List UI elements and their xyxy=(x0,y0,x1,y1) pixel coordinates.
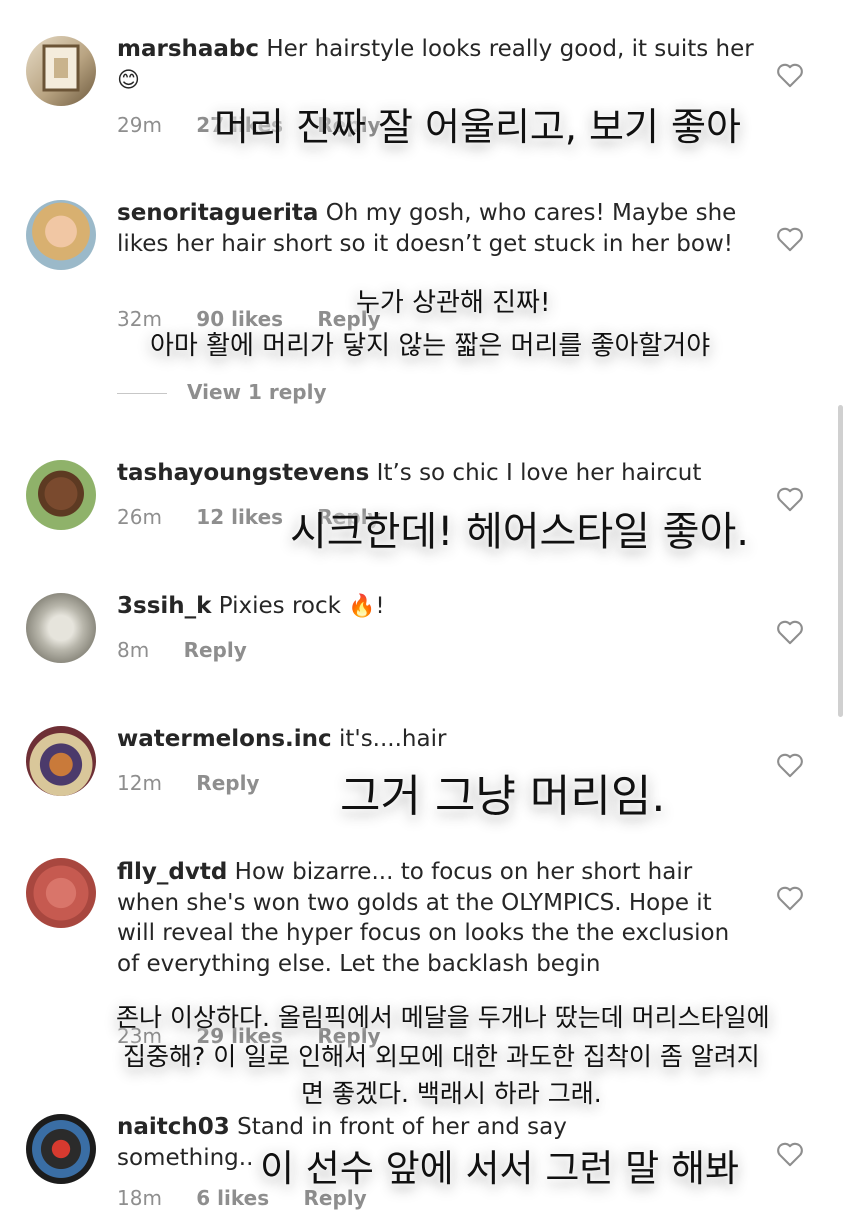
avatar[interactable] xyxy=(26,593,96,663)
view-replies-button[interactable]: View 1 reply xyxy=(117,380,327,410)
username[interactable]: senoritaguerita xyxy=(117,200,318,226)
divider-line xyxy=(117,393,167,394)
avatar[interactable] xyxy=(26,1114,96,1184)
username[interactable]: marshaabc xyxy=(117,36,259,62)
avatar[interactable] xyxy=(26,200,96,270)
korean-caption: 집중해? 이 일로 인해서 외모에 대한 과도한 집착이 좀 알려지 xyxy=(123,1042,760,1071)
heart-icon[interactable] xyxy=(776,62,804,88)
avatar[interactable] xyxy=(26,36,96,106)
korean-caption: 머리 진짜 잘 어울리고, 보기 좋아 xyxy=(214,105,741,149)
korean-caption: 이 선수 앞에 서서 그런 말 해봐 xyxy=(260,1147,740,1190)
heart-icon[interactable] xyxy=(776,486,804,512)
avatar[interactable] xyxy=(26,726,96,796)
korean-caption: 시크한데! 헤어스타일 좋아. xyxy=(290,509,749,555)
username[interactable]: tashayoungstevens xyxy=(117,460,369,486)
heart-icon[interactable] xyxy=(776,1141,804,1167)
fire-emoji: 🔥! xyxy=(348,594,385,619)
comment-text: It’s so chic I love her haircut xyxy=(376,460,702,486)
timestamp: 8m xyxy=(117,638,150,662)
timestamp: 12m xyxy=(117,771,162,795)
likes-count[interactable]: 6 likes xyxy=(196,1186,269,1210)
korean-caption: 누가 상관해 진짜! xyxy=(356,288,551,318)
username[interactable]: watermelons.inc xyxy=(117,726,332,752)
scrollbar[interactable] xyxy=(838,405,843,717)
heart-icon[interactable] xyxy=(776,226,804,252)
avatar[interactable] xyxy=(26,858,96,928)
korean-caption: 존나 이상하다. 올림픽에서 메달을 두개나 땄는데 머리스타일에 xyxy=(116,1003,770,1032)
timestamp: 26m xyxy=(117,505,162,529)
korean-caption: 면 좋겠다. 백래시 하라 그래. xyxy=(301,1079,602,1108)
reply-button[interactable]: Reply xyxy=(184,638,247,662)
comment-text: it's....hair xyxy=(338,726,447,752)
reply-button[interactable]: Reply xyxy=(196,771,259,795)
heart-icon[interactable] xyxy=(776,752,804,778)
heart-icon[interactable] xyxy=(776,885,804,911)
korean-caption: 아마 활에 머리가 닿지 않는 짧은 머리를 좋아할거야 xyxy=(150,331,711,361)
heart-icon[interactable] xyxy=(776,619,804,645)
username[interactable]: naitch03 xyxy=(117,1114,230,1140)
avatar-image xyxy=(42,44,80,92)
korean-caption: 그거 그냥 머리임. xyxy=(340,771,666,822)
timestamp: 29m xyxy=(117,113,162,137)
username[interactable]: 3ssih_k xyxy=(117,593,211,619)
likes-count[interactable]: 12 likes xyxy=(196,505,283,529)
avatar[interactable] xyxy=(26,460,96,530)
comment-text: Her hairstyle looks really good, it suit… xyxy=(266,36,754,62)
smile-emoji: 😊 xyxy=(117,67,140,93)
comment-text: Pixies rock xyxy=(218,593,341,619)
timestamp: 18m xyxy=(117,1186,162,1210)
username[interactable]: flly_dvtd xyxy=(117,859,227,885)
